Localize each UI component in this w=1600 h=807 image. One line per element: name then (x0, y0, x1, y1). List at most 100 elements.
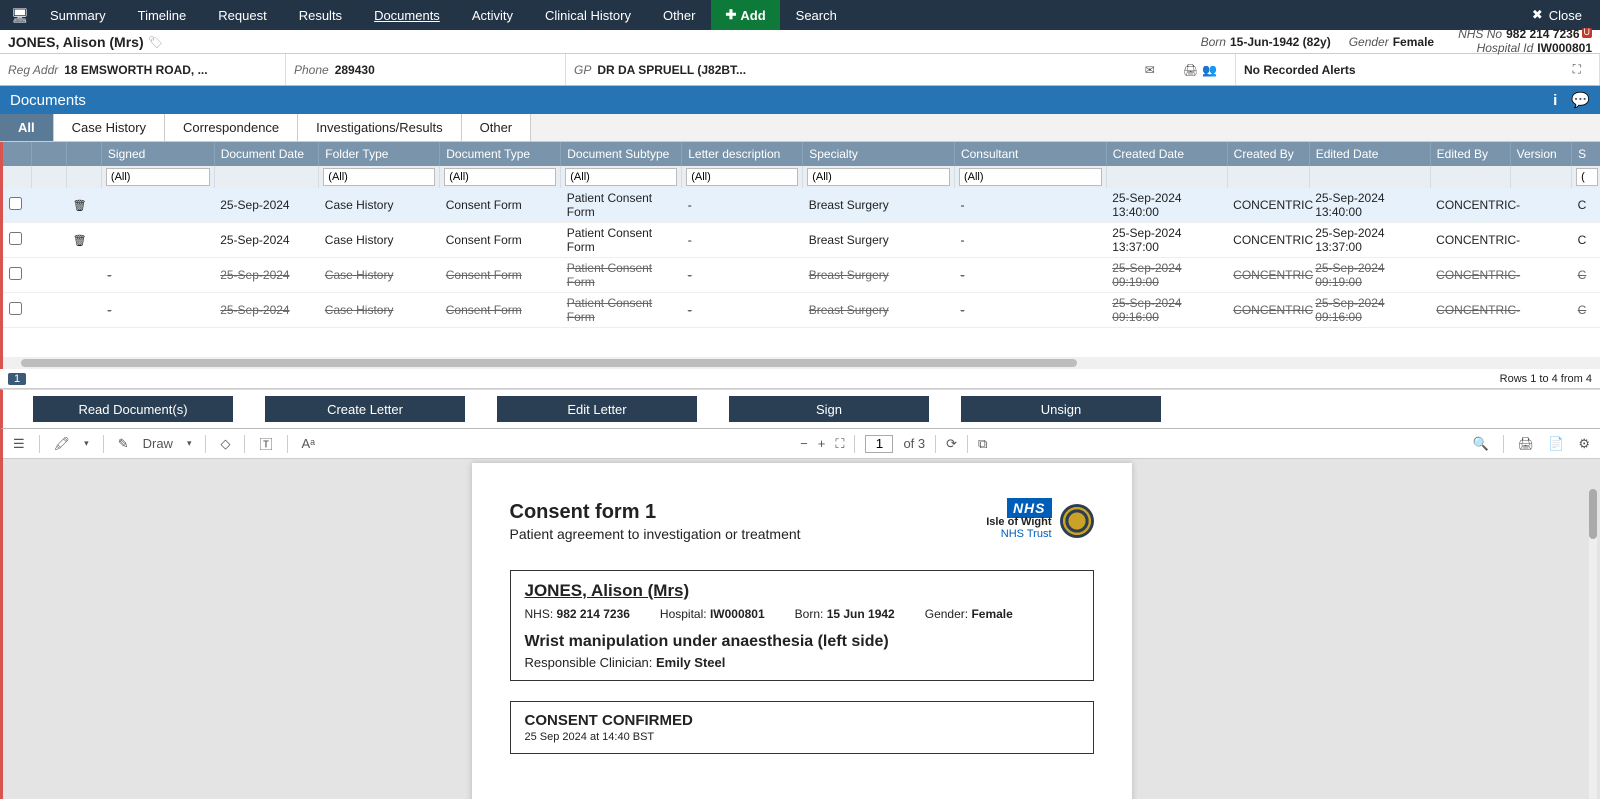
row-checkbox[interactable] (9, 197, 22, 210)
filter-doctype[interactable] (444, 168, 556, 186)
patient-box: JONES, Alison (Mrs) NHS: 982 214 7236 Ho… (510, 570, 1094, 681)
tab-other[interactable]: Other (462, 114, 532, 141)
page-input[interactable] (865, 435, 893, 453)
pdf-viewer: ☰ 🖍▾ ✎ Draw▾ ◇ 🅃 Aᵃ − + ⛶ of 3 ⟳ ⧉ 🔍 🖨 📄 (0, 429, 1600, 799)
font-icon[interactable]: Aᵃ (302, 436, 316, 451)
filter-folder[interactable] (323, 168, 435, 186)
col-consultant[interactable]: Consultant (954, 142, 1106, 166)
edit-letter-button[interactable]: Edit Letter (497, 396, 697, 422)
highlight-icon[interactable]: 🖍 (54, 436, 71, 452)
pager-summary: Rows 1 to 4 from 4 (1500, 373, 1592, 385)
create-letter-button[interactable]: Create Letter (265, 396, 465, 422)
plus-icon: ✚ (725, 7, 736, 23)
chat-icon[interactable]: 💬 (1571, 91, 1590, 109)
pen-icon[interactable]: ✎ (118, 436, 129, 452)
section-header: Documents i 💬 (0, 86, 1600, 114)
filter-letter[interactable] (686, 168, 798, 186)
clinician-name: Emily Steel (656, 655, 725, 670)
patient-gender: Female (1393, 35, 1434, 49)
chevron-down-icon[interactable]: ▾ (84, 438, 89, 449)
list-icon[interactable]: ☰ (13, 436, 25, 452)
filter-s[interactable] (1576, 168, 1598, 186)
nav-documents[interactable]: Documents (358, 0, 456, 30)
documents-grid: Signed Document Date Folder Type Documen… (0, 142, 1600, 369)
nav-add-button[interactable]: ✚ Add (711, 0, 779, 30)
read-documents-button[interactable]: Read Document(s) (33, 396, 233, 422)
doc-tabs: All Case History Correspondence Investig… (0, 114, 1600, 142)
col-created-date[interactable]: Created Date (1106, 142, 1227, 166)
page-layout-icon[interactable]: ⧉ (978, 436, 987, 452)
table-row[interactable]: 25-Sep-2024Case HistoryConsent FormPatie… (3, 223, 1600, 258)
nav-other[interactable]: Other (647, 0, 712, 30)
close-button[interactable]: ✖ Close (1520, 7, 1594, 23)
horizontal-scrollbar[interactable] (3, 357, 1600, 369)
grid-filter-row (3, 166, 1600, 188)
tab-all[interactable]: All (0, 114, 54, 141)
row-checkbox[interactable] (9, 267, 22, 280)
nav-summary[interactable]: Summary (34, 0, 122, 30)
filter-consultant[interactable] (959, 168, 1102, 186)
people-icon[interactable]: 👥 (1202, 63, 1217, 77)
table-row[interactable]: -25-Sep-2024Case HistoryConsent FormPati… (3, 258, 1600, 293)
reg-address: 18 EMSWORTH ROAD, ... (64, 63, 207, 77)
tab-investigations[interactable]: Investigations/Results (298, 114, 461, 141)
chevron-down-icon[interactable]: ▾ (187, 438, 192, 449)
crest-icon (1060, 504, 1094, 538)
table-row[interactable]: 25-Sep-2024Case HistoryConsent FormPatie… (3, 188, 1600, 223)
col-edited-date[interactable]: Edited Date (1309, 142, 1430, 166)
envelope-icon[interactable]: ✉ (1145, 63, 1155, 77)
close-icon: ✖ (1532, 7, 1543, 23)
alerts-text: No Recorded Alerts (1244, 63, 1356, 77)
patient-banner: JONES, Alison (Mrs) 🏷 Born15-Jun-1942 (8… (0, 30, 1600, 54)
trash-icon[interactable] (73, 233, 87, 247)
filter-subtype[interactable] (565, 168, 677, 186)
nav-results[interactable]: Results (283, 0, 358, 30)
tab-case-history[interactable]: Case History (54, 114, 165, 141)
page-badge[interactable]: 1 (8, 373, 26, 385)
sign-button[interactable]: Sign (729, 396, 929, 422)
col-document-type[interactable]: Document Type (440, 142, 561, 166)
tag-icon[interactable]: 🏷 (148, 35, 163, 49)
expand-icon[interactable]: ⛶ (1573, 62, 1581, 77)
info-icon[interactable]: i (1553, 92, 1557, 109)
unsign-button[interactable]: Unsign (961, 396, 1161, 422)
col-document-date[interactable]: Document Date (214, 142, 319, 166)
fit-icon[interactable]: ⛶ (835, 436, 844, 452)
top-nav: 🖥 Summary Timeline Request Results Docum… (0, 0, 1600, 30)
search-icon[interactable]: 🔍 (1472, 436, 1488, 452)
col-document-subtype[interactable]: Document Subtype (561, 142, 682, 166)
zoom-out-icon[interactable]: − (800, 436, 808, 451)
pdf-page: NHS Isle of Wight NHS Trust Consent form… (472, 463, 1132, 799)
table-row[interactable]: -25-Sep-2024Case HistoryConsent FormPati… (3, 293, 1600, 328)
rotate-icon[interactable]: ⟳ (946, 436, 957, 452)
filter-specialty[interactable] (807, 168, 950, 186)
pdf-canvas[interactable]: NHS Isle of Wight NHS Trust Consent form… (3, 459, 1600, 799)
text-tool-icon[interactable]: 🅃 (259, 434, 272, 453)
row-checkbox[interactable] (9, 302, 22, 315)
nav-request[interactable]: Request (202, 0, 282, 30)
print-pdf-icon[interactable]: 🖨 (1518, 436, 1535, 452)
col-signed[interactable]: Signed (101, 142, 214, 166)
vertical-scrollbar[interactable] (1589, 489, 1597, 799)
col-specialty[interactable]: Specialty (803, 142, 955, 166)
print-icon[interactable]: 🖨 (1183, 63, 1198, 77)
col-s[interactable]: S (1572, 142, 1600, 166)
nav-timeline[interactable]: Timeline (122, 0, 203, 30)
erase-icon[interactable]: ◇ (220, 436, 230, 452)
col-letter-description[interactable]: Letter description (682, 142, 803, 166)
draw-label[interactable]: Draw (143, 436, 173, 451)
col-edited-by[interactable]: Edited By (1430, 142, 1510, 166)
col-version[interactable]: Version (1510, 142, 1572, 166)
tab-correspondence[interactable]: Correspondence (165, 114, 298, 141)
row-checkbox[interactable] (9, 232, 22, 245)
filter-signed[interactable] (106, 168, 210, 186)
zoom-in-icon[interactable]: + (818, 436, 826, 451)
nav-clinical-history[interactable]: Clinical History (529, 0, 647, 30)
trash-icon[interactable] (73, 198, 87, 212)
nav-activity[interactable]: Activity (456, 0, 529, 30)
col-folder-type[interactable]: Folder Type (319, 142, 440, 166)
save-icon[interactable]: 📄 (1548, 436, 1564, 452)
col-created-by[interactable]: Created By (1227, 142, 1309, 166)
gear-icon[interactable]: ⚙ (1578, 436, 1590, 452)
nav-search[interactable]: Search (780, 0, 853, 30)
